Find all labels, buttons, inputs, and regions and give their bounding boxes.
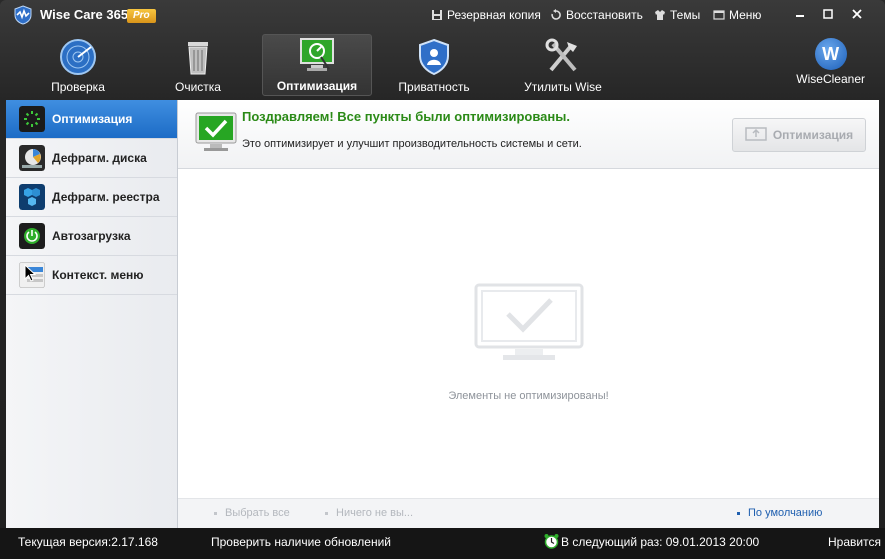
themes-menu[interactable]: Темы [654,8,700,22]
main-menu[interactable]: Меню [713,8,761,22]
status-bar: Текущая версия:2.17.168 Проверить наличи… [0,528,885,559]
tool-check[interactable]: Проверка [24,36,132,96]
app-window: Wise Care 365 Pro Резервная копия Восста… [0,0,885,559]
optimize-button-label: Оптимизация [772,128,854,142]
sidebar-item-label: Автозагрузка [52,229,131,243]
registry-defrag-icon [19,184,45,210]
select-all-link[interactable]: Выбрать все [214,507,290,519]
menu-icon [713,10,725,20]
default-link[interactable]: По умолчанию [737,507,822,519]
optimize-button[interactable]: Оптимизация [732,118,866,152]
content-area: Поздравляем! Все пункты были оптимизиров… [178,100,879,529]
power-icon [19,223,45,249]
wisecleaner-brand[interactable]: W WiseCleaner [796,38,865,86]
restore-menu[interactable]: Восстановить [550,8,643,22]
optimize-button-icon [745,127,767,141]
optimize-monitor-icon [300,38,334,71]
shirt-icon [655,10,665,20]
disk-defrag-icon [19,145,45,171]
wisecleaner-logo: W [814,38,847,70]
sidebar-item-label: Оптимизация [52,112,133,126]
monitor-check-icon [195,112,237,151]
next-run-text[interactable]: В следующий раз: 09.01.2013 20:00 [561,535,759,549]
close-button[interactable] [848,6,866,22]
tool-utilities-label: Утилиты Wise [524,80,602,94]
sidebar: Оптимизация Дефрагм. диска Дефрагм. реес… [6,100,178,528]
bullet-icon [214,511,217,515]
backup-menu[interactable]: Резервная копия [431,8,541,22]
bullet-icon [737,511,740,515]
version-text: Текущая версия:2.17.168 [18,535,158,549]
title-bar: Wise Care 365 Pro Резервная копия Восста… [0,0,885,30]
app-title: Wise Care 365 [40,7,129,22]
check-updates-link[interactable]: Проверить наличие обновлений [211,535,391,549]
tool-optimize[interactable]: Оптимизация [262,34,372,96]
mouse-cursor-icon [24,264,36,282]
select-all-label: Выбрать все [225,507,290,519]
result-banner: Поздравляем! Все пункты были оптимизиров… [178,100,879,169]
restore-label: Восстановить [566,8,643,22]
tool-clean-label: Очистка [175,80,221,94]
like-link[interactable]: Нравится [828,535,881,549]
minimize-icon [796,15,804,17]
trash-icon [188,42,208,75]
bullet-icon [325,511,328,515]
themes-label: Темы [670,8,701,22]
default-label: По умолчанию [748,507,823,519]
sidebar-item-registry-defrag[interactable]: Дефрагм. реестра [6,178,177,217]
maximize-button[interactable] [819,6,837,22]
sidebar-item-startup[interactable]: Автозагрузка [6,217,177,256]
menu-label: Меню [729,8,762,22]
empty-state-text: Элементы не оптимизированы! [448,390,609,402]
close-icon [852,9,862,19]
tools-icon [545,38,577,72]
restore-icon [551,9,561,20]
sidebar-item-label: Контекст. меню [52,268,144,282]
tool-utilities[interactable]: Утилиты Wise [509,36,617,96]
minimize-button[interactable] [791,6,809,22]
shield-icon [419,38,449,76]
maximize-icon [823,9,833,19]
sidebar-item-label: Дефрагм. реестра [52,190,160,204]
tool-optimize-label: Оптимизация [276,79,358,93]
save-icon [432,10,442,20]
pro-badge: Pro [127,9,156,23]
select-none-label: Ничего не вы... [336,507,414,519]
sidebar-item-label: Дефрагм. диска [52,151,147,165]
app-logo-icon [14,5,32,25]
alarm-clock-icon [544,534,559,549]
wisecleaner-label: WiseCleaner [796,72,865,86]
banner-subtitle: Это оптимизирует и улучшит производитель… [242,138,582,150]
tool-clean[interactable]: Очистка [144,36,252,96]
sidebar-item-optimize[interactable]: Оптимизация [6,100,177,139]
main-panel: Оптимизация Дефрагм. диска Дефрагм. реес… [6,100,879,529]
radar-icon [60,39,96,75]
selection-bar: Выбрать все Ничего не вы... По умолчанию [178,498,879,529]
backup-label: Резервная копия [447,8,541,22]
tool-check-label: Проверка [51,80,105,94]
tool-privacy-label: Приватность [398,80,470,94]
banner-title: Поздравляем! Все пункты были оптимизиров… [242,109,570,124]
empty-state-monitor-icon [474,283,584,360]
sidebar-item-disk-defrag[interactable]: Дефрагм. диска [6,139,177,178]
main-toolbar: Проверка Очистка Оптимизация Приватность… [0,30,885,100]
optimize-icon [19,106,45,132]
select-none-link[interactable]: Ничего не вы... [325,507,413,519]
tool-privacy[interactable]: Приватность [380,36,488,96]
